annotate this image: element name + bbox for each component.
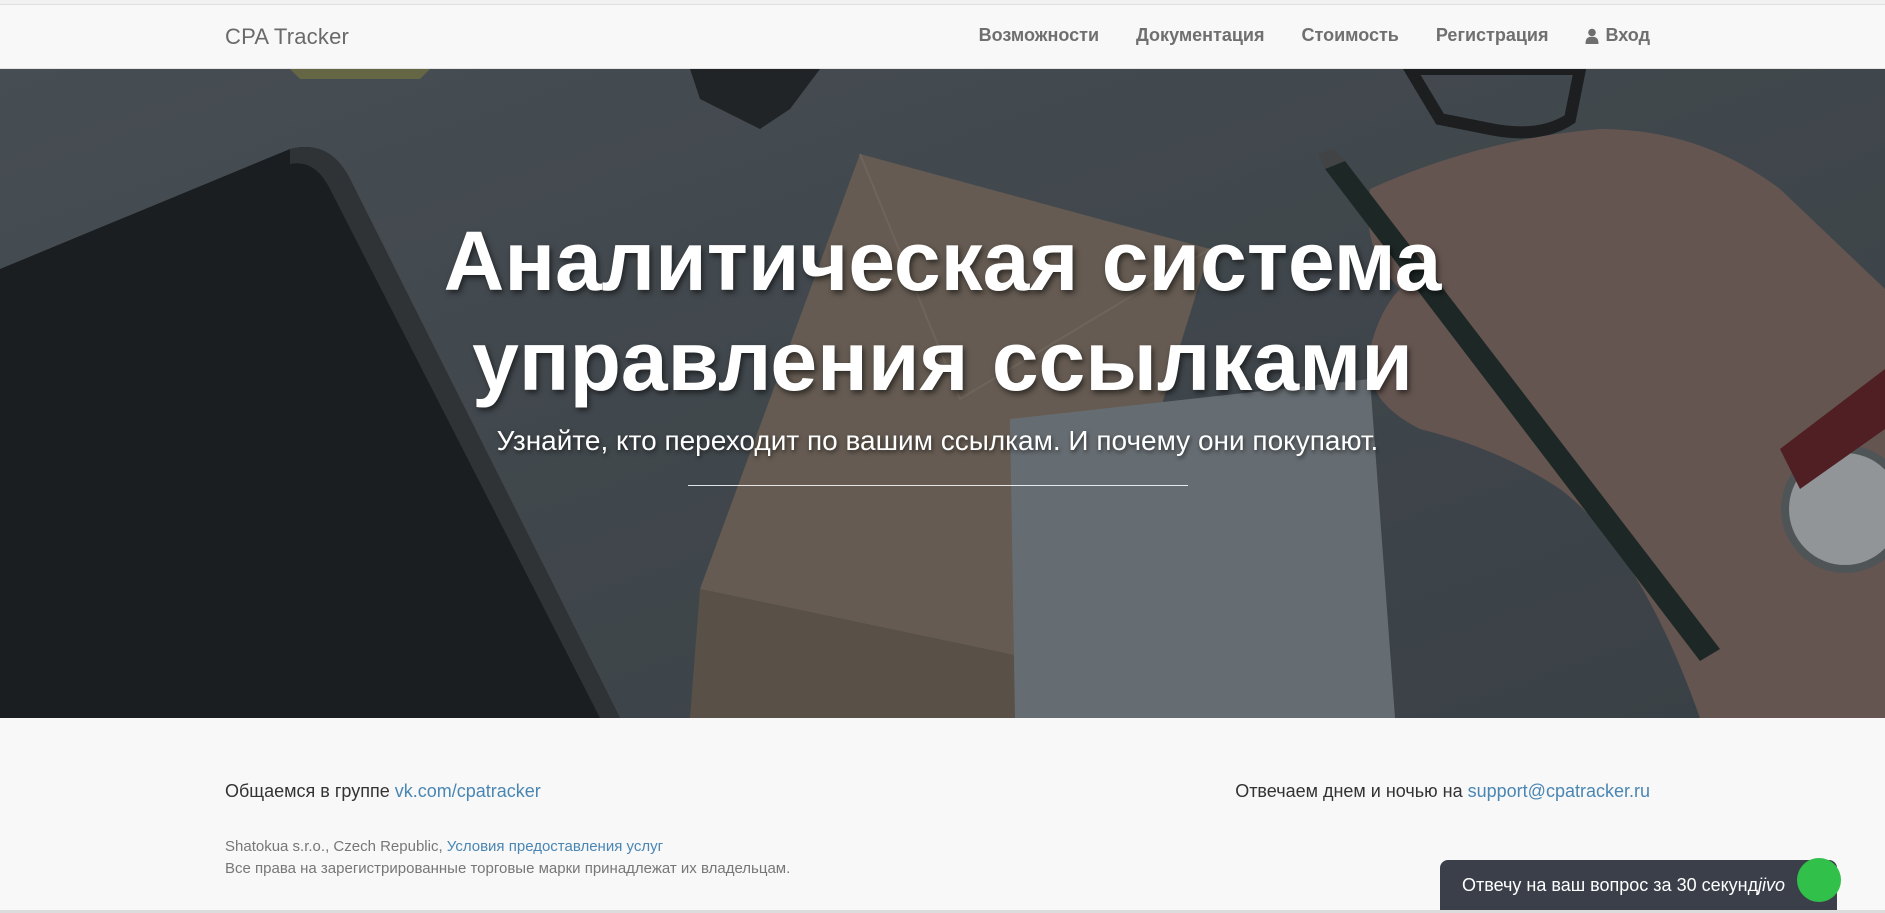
jivo-logo: jivo: [1758, 875, 1786, 895]
footer-community: Общаемся в группе vk.com/cpatracker: [225, 781, 541, 802]
chat-status-icon: [1797, 858, 1841, 902]
nav-item-pricing[interactable]: Стоимость: [1302, 25, 1399, 46]
brand-logo-link[interactable]: CPA Tracker: [225, 24, 349, 50]
footer-support-text: Отвечаем днем и ночью на: [1235, 781, 1468, 801]
chat-widget-text: Отвечу на ваш вопрос за 30 секунд: [1462, 875, 1759, 895]
navbar: CPA Tracker Возможности Документация Сто…: [0, 5, 1885, 69]
nav-item-docs[interactable]: Документация: [1136, 25, 1264, 46]
nav-item-register[interactable]: Регистрация: [1436, 25, 1549, 46]
footer-community-text: Общаемся в группе: [225, 781, 395, 801]
nav-item-login[interactable]: Вход: [1585, 25, 1650, 46]
footer-support: Отвечаем днем и ночью на support@cpatrac…: [1235, 781, 1650, 802]
footer-legal: Shatokua s.r.o., Czech Republic, Условия…: [225, 836, 790, 880]
footer-terms-link[interactable]: Условия предоставления услуг: [447, 838, 663, 855]
hero-title-line-1: Аналитическая система: [443, 214, 1442, 308]
footer-vk-link[interactable]: vk.com/cpatracker: [395, 781, 541, 801]
hero-title-line-2: управления ссылками: [472, 314, 1413, 408]
user-icon: [1585, 28, 1599, 44]
footer-company: Shatokua s.r.o., Czech Republic,: [225, 838, 447, 855]
footer-support-email-link[interactable]: support@cpatracker.ru: [1468, 781, 1650, 801]
nav-item-login-label: Вход: [1605, 25, 1650, 45]
hero-divider: [688, 485, 1188, 486]
nav-menu: Возможности Документация Стоимость Регис…: [942, 25, 1650, 46]
footer-rights: Все права на зарегистрированные торговые…: [225, 860, 791, 877]
hero-section: Аналитическая система управления ссылкам…: [0, 69, 1885, 718]
chat-widget[interactable]: Отвечу на ваш вопрос за 30 секунд jivo: [1440, 858, 1841, 913]
hero-title: Аналитическая система управления ссылкам…: [0, 211, 1885, 411]
nav-item-features[interactable]: Возможности: [979, 25, 1099, 46]
hero-subtitle: Узнайте, кто переходит по вашим ссылкам.…: [496, 425, 1379, 456]
